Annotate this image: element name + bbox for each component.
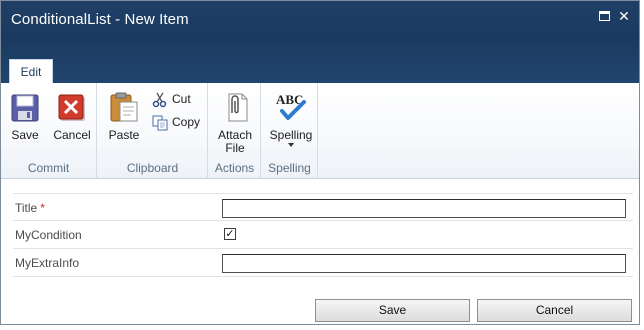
group-label-clipboard: Clipboard (126, 161, 179, 175)
cancel-button[interactable]: Cancel (477, 299, 632, 322)
required-marker: * (40, 201, 45, 215)
title-label-text: Title (15, 201, 38, 215)
ribbon-group-actions: Attach File Actions (209, 83, 261, 179)
copy-ribbon-label: Copy (172, 115, 201, 129)
group-label-commit: Commit (27, 161, 70, 175)
paste-clipboard-icon (110, 92, 138, 122)
cancel-ribbon-label: Cancel (53, 128, 91, 142)
paperclip-icon (228, 93, 248, 122)
attach-file-ribbon-button[interactable]: Attach File (213, 91, 257, 155)
ribbon-group-spelling: ABC Spelling Spelling (262, 83, 318, 179)
save-disk-icon (11, 94, 39, 122)
spelling-abc-icon: ABC (276, 92, 306, 120)
title-input[interactable] (222, 199, 626, 218)
myextrainfo-field-label: MyExtraInfo (15, 256, 80, 270)
title-field-label: Title * (15, 201, 45, 215)
form-row-mycondition: MyCondition ✓ (13, 221, 633, 249)
cancel-ribbon-button[interactable]: Cancel (51, 93, 93, 142)
paste-ribbon-label: Paste (108, 128, 140, 142)
attach-file-label-line2: File (225, 141, 245, 155)
myextrainfo-input[interactable] (222, 254, 626, 273)
ribbon: Save Cancel Commit Paste Cut Copy Clipbo… (1, 83, 639, 179)
save-ribbon-button[interactable]: Save (5, 93, 45, 142)
spelling-ribbon-button[interactable]: ABC Spelling (266, 91, 316, 147)
ribbon-group-clipboard: Paste Cut Copy Clipboard (98, 83, 208, 179)
form-row-title: Title * (13, 193, 633, 221)
ribbon-group-commit: Save Cancel Commit (1, 83, 97, 179)
cut-ribbon-label: Cut (172, 92, 191, 106)
tab-edit[interactable]: Edit (9, 59, 53, 84)
paste-ribbon-button[interactable]: Paste (104, 91, 144, 142)
copy-ribbon-button[interactable]: Copy (152, 114, 201, 131)
close-icon[interactable]: ✕ (617, 9, 631, 23)
save-button[interactable]: Save (315, 299, 470, 322)
maximize-icon[interactable] (597, 9, 611, 23)
cancel-x-icon (58, 94, 85, 121)
save-ribbon-label: Save (11, 128, 39, 142)
copy-icon (152, 115, 168, 131)
title-bar: ConditionalList - New Item ✕ Edit (1, 1, 639, 84)
group-label-actions: Actions (214, 161, 255, 175)
mycondition-field-label: MyCondition (15, 228, 82, 242)
group-label-spelling: Spelling (268, 161, 311, 175)
spelling-ribbon-label: Spelling (269, 128, 313, 142)
cut-ribbon-button[interactable]: Cut (152, 91, 191, 108)
chevron-down-icon (288, 143, 294, 147)
mycondition-checkbox[interactable]: ✓ (224, 228, 236, 240)
dialog-window: ConditionalList - New Item ✕ Edit Save C… (0, 0, 640, 325)
scissors-icon (152, 92, 167, 108)
form-row-myextrainfo: MyExtraInfo (13, 249, 633, 277)
new-item-form: Title * MyCondition ✓ MyExtraInfo (13, 193, 633, 277)
dialog-title: ConditionalList - New Item (11, 11, 189, 28)
